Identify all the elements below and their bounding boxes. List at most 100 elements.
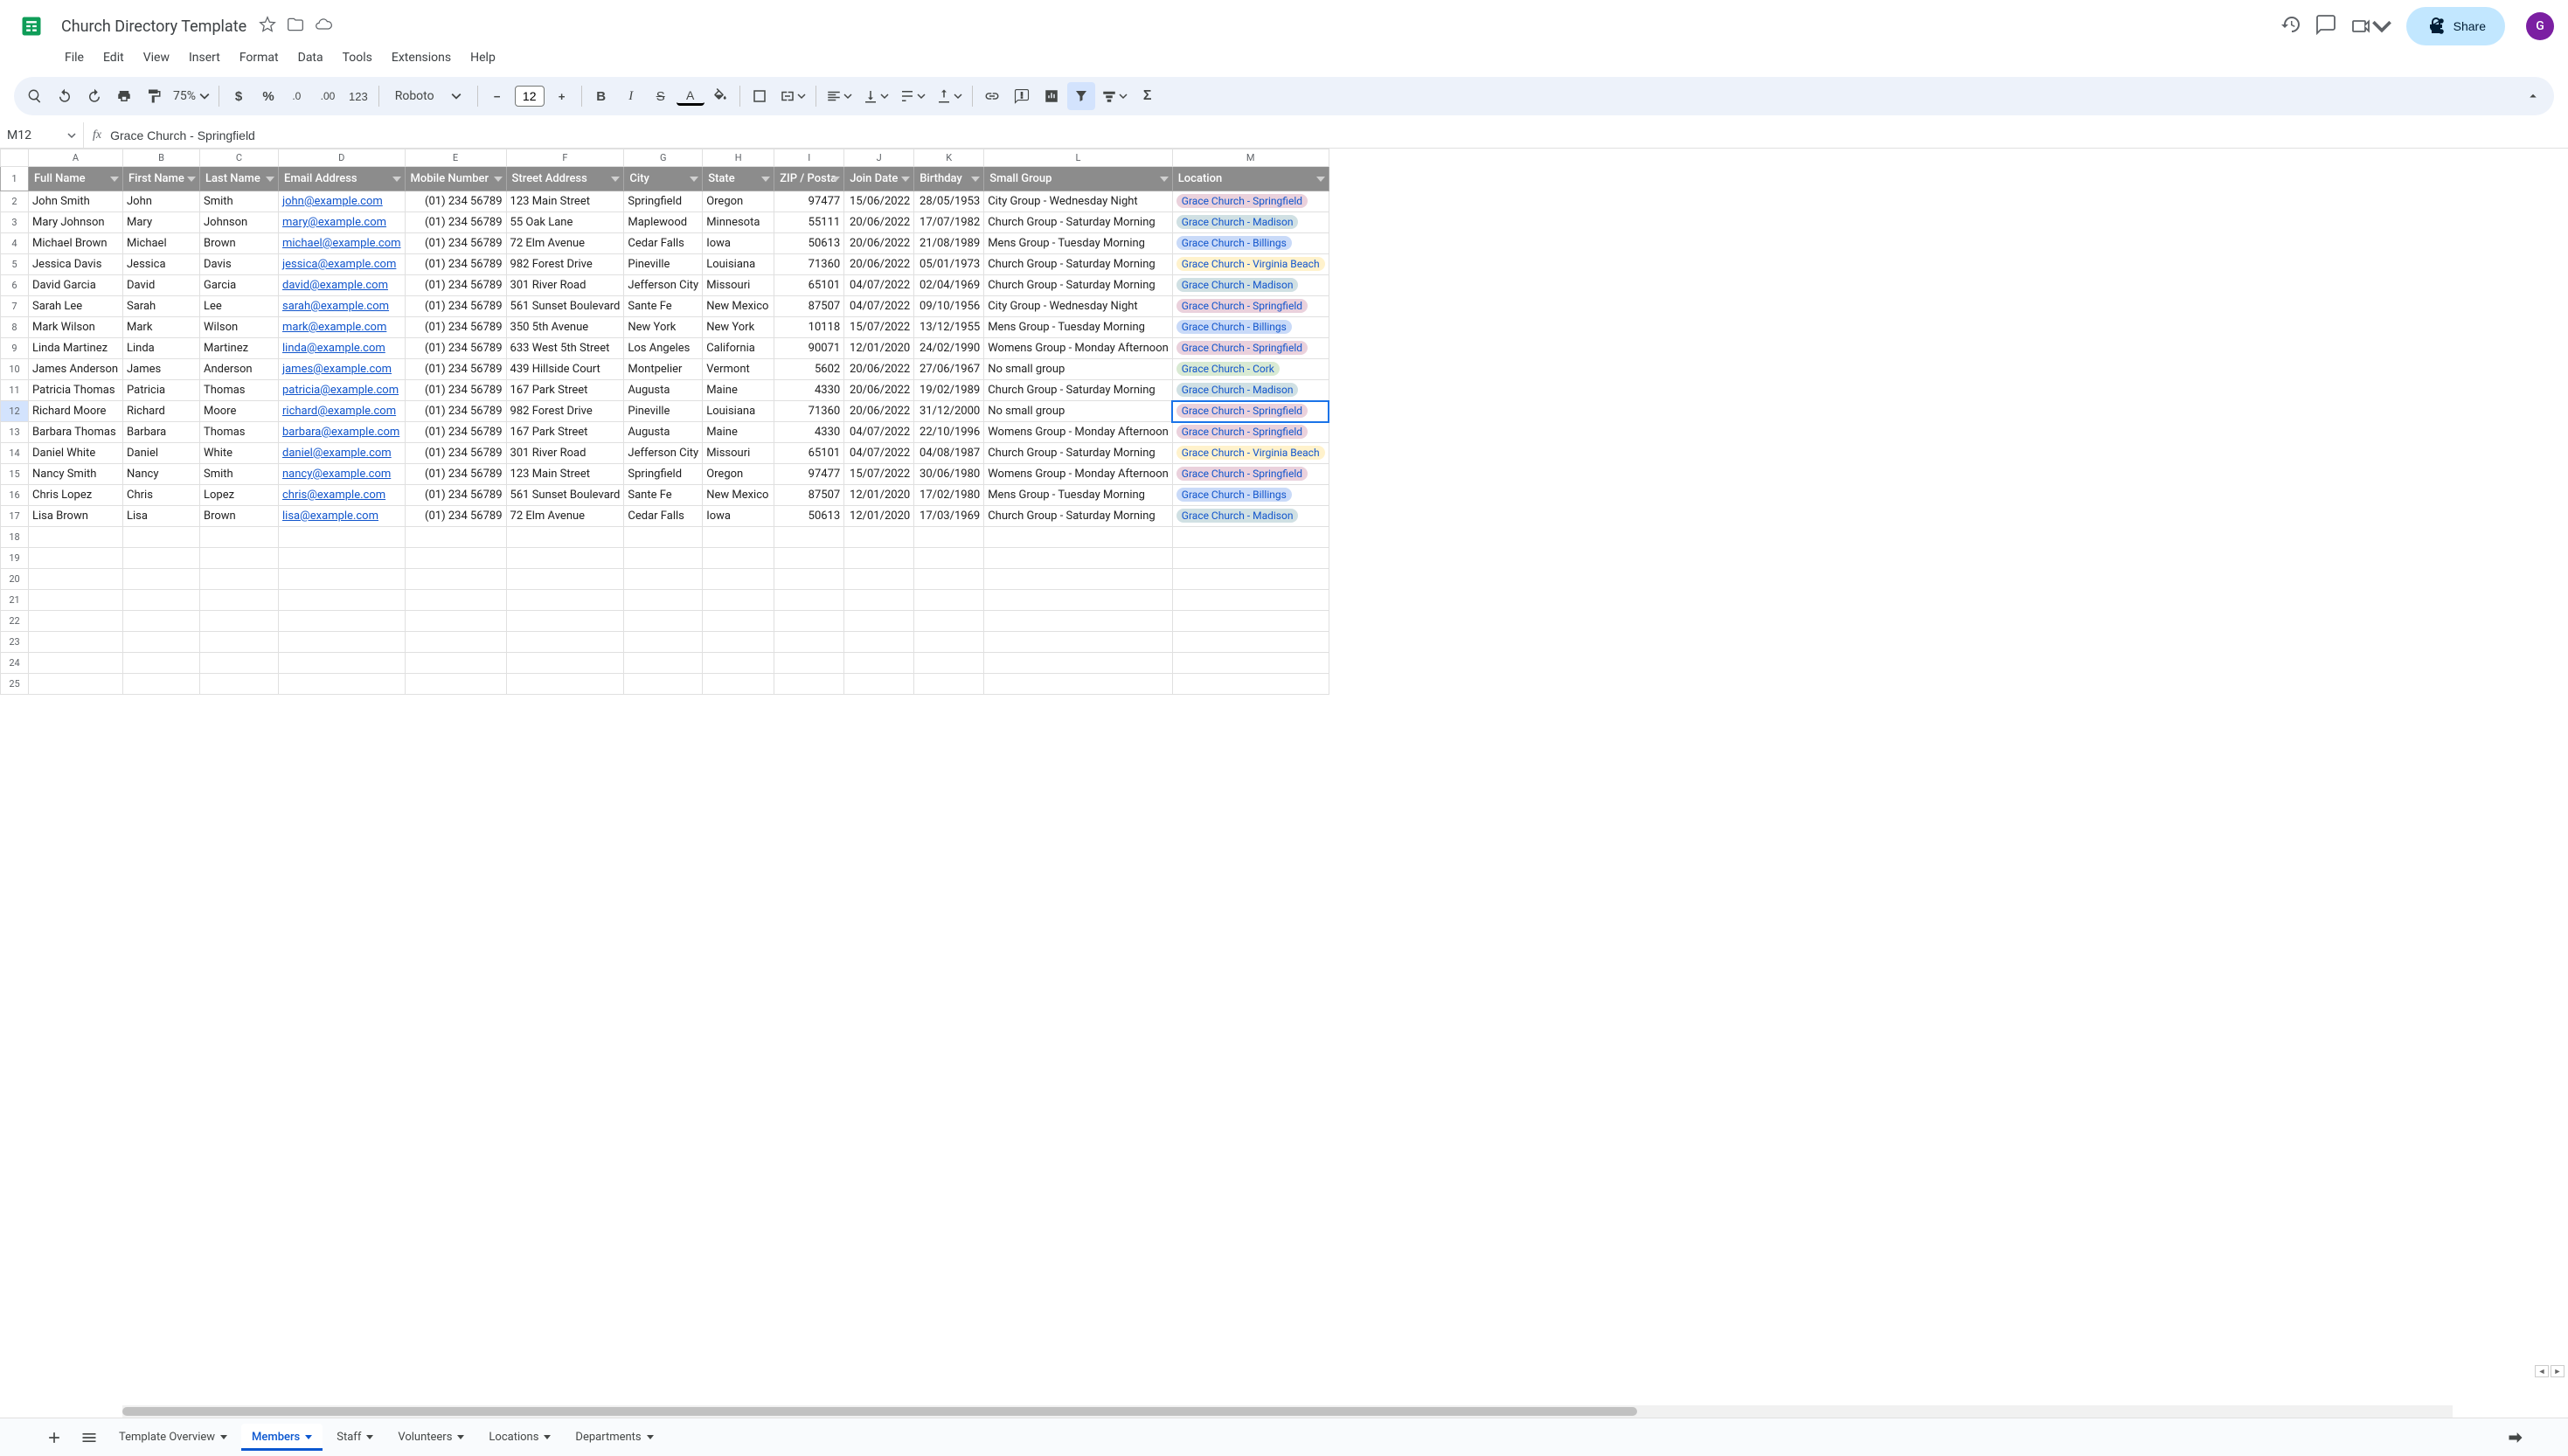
bold-icon[interactable]: B <box>587 82 615 110</box>
col-header-B[interactable]: B <box>123 149 200 167</box>
cell[interactable]: mark@example.com <box>279 317 406 338</box>
cell[interactable]: Mens Group - Tuesday Morning <box>984 233 1173 254</box>
spreadsheet-grid[interactable]: ABCDEFGHIJKLM1Full NameFirst NameLast Na… <box>0 149 1329 695</box>
sheet-tab-members[interactable]: Members <box>241 1424 323 1451</box>
cell[interactable]: Patricia Thomas <box>29 380 123 401</box>
cell[interactable]: Daniel White <box>29 443 123 464</box>
column-title[interactable]: Join Date <box>844 167 914 191</box>
cell[interactable] <box>703 569 774 590</box>
insert-chart-icon[interactable] <box>1038 82 1065 110</box>
collapse-toolbar-icon[interactable] <box>2519 82 2547 110</box>
cell[interactable]: Smith <box>200 464 279 485</box>
cell[interactable]: (01) 234 56789 <box>405 212 506 233</box>
cell[interactable] <box>506 653 624 674</box>
cell[interactable]: Grace Church - Springfield <box>1172 338 1329 359</box>
fill-color-icon[interactable] <box>706 82 734 110</box>
cell[interactable]: 5602 <box>774 359 844 380</box>
cell[interactable]: Pineville <box>624 254 703 275</box>
filter-dropdown-icon[interactable] <box>761 177 770 182</box>
cell[interactable] <box>279 590 406 611</box>
cell[interactable]: 97477 <box>774 191 844 212</box>
cell[interactable]: 55 Oak Lane <box>506 212 624 233</box>
comment-icon[interactable] <box>2315 14 2336 38</box>
cell[interactable]: Linda Martinez <box>29 338 123 359</box>
cell[interactable]: mary@example.com <box>279 212 406 233</box>
cell[interactable]: 04/08/1987 <box>914 443 984 464</box>
row-header-3[interactable]: 3 <box>1 212 29 233</box>
cell[interactable]: 72 Elm Avenue <box>506 233 624 254</box>
filter-dropdown-icon[interactable] <box>1316 177 1325 182</box>
cell[interactable]: Church Group - Saturday Morning <box>984 506 1173 527</box>
cell[interactable]: Missouri <box>703 275 774 296</box>
cell[interactable]: 4330 <box>774 380 844 401</box>
filter-dropdown-icon[interactable] <box>266 177 274 182</box>
cell[interactable] <box>200 611 279 632</box>
account-avatar[interactable]: G <box>2526 12 2554 40</box>
cell[interactable] <box>29 632 123 653</box>
cell[interactable] <box>914 632 984 653</box>
cell[interactable] <box>1172 674 1329 695</box>
formula-input[interactable] <box>110 128 2568 142</box>
row-header-12[interactable]: 12 <box>1 401 29 422</box>
cell[interactable] <box>405 653 506 674</box>
cell[interactable]: 982 Forest Drive <box>506 254 624 275</box>
sheets-logo[interactable] <box>14 9 49 44</box>
cell[interactable]: Grace Church - Billings <box>1172 233 1329 254</box>
select-all-corner[interactable] <box>1 149 29 167</box>
cell[interactable] <box>984 674 1173 695</box>
menu-help[interactable]: Help <box>462 45 504 70</box>
cell[interactable] <box>29 590 123 611</box>
text-color-icon[interactable]: A <box>677 87 704 106</box>
cell[interactable]: Thomas <box>200 380 279 401</box>
cell[interactable] <box>1172 569 1329 590</box>
rotation-icon[interactable] <box>932 82 967 110</box>
halign-icon[interactable] <box>822 82 857 110</box>
row-header-24[interactable]: 24 <box>1 653 29 674</box>
row-header-17[interactable]: 17 <box>1 506 29 527</box>
cell[interactable]: Maine <box>703 422 774 443</box>
decrease-font-icon[interactable]: − <box>483 82 511 110</box>
column-title[interactable]: Mobile Number <box>405 167 506 191</box>
filter-dropdown-icon[interactable] <box>611 177 620 182</box>
sheet-tab-template-overview[interactable]: Template Overview <box>108 1424 238 1451</box>
cell[interactable]: Pineville <box>624 401 703 422</box>
cell[interactable]: Richard <box>123 401 200 422</box>
cell[interactable]: 02/04/1969 <box>914 275 984 296</box>
cell[interactable]: Grace Church - Cork <box>1172 359 1329 380</box>
cell[interactable]: Wilson <box>200 317 279 338</box>
merge-icon[interactable] <box>775 82 810 110</box>
cell[interactable]: 31/12/2000 <box>914 401 984 422</box>
column-title[interactable]: ZIP / Posta <box>774 167 844 191</box>
cell[interactable]: 20/06/2022 <box>844 254 914 275</box>
cloud-icon[interactable] <box>315 16 332 37</box>
cell[interactable]: Anderson <box>200 359 279 380</box>
print-icon[interactable] <box>110 82 138 110</box>
cell[interactable]: 561 Sunset Boulevard <box>506 296 624 317</box>
cell[interactable]: (01) 234 56789 <box>405 380 506 401</box>
cell[interactable]: 50613 <box>774 506 844 527</box>
cell[interactable]: 71360 <box>774 401 844 422</box>
cell[interactable]: linda@example.com <box>279 338 406 359</box>
add-sheet-button[interactable] <box>38 1422 70 1453</box>
col-header-K[interactable]: K <box>914 149 984 167</box>
cell[interactable] <box>506 674 624 695</box>
row-header-16[interactable]: 16 <box>1 485 29 506</box>
cell[interactable] <box>506 611 624 632</box>
cell[interactable]: Mens Group - Tuesday Morning <box>984 317 1173 338</box>
cell[interactable] <box>1172 653 1329 674</box>
cell[interactable] <box>405 527 506 548</box>
cell[interactable]: Garcia <box>200 275 279 296</box>
filter-dropdown-icon[interactable] <box>690 177 698 182</box>
cell[interactable]: Grace Church - Madison <box>1172 506 1329 527</box>
column-title[interactable]: Last Name <box>200 167 279 191</box>
cell[interactable]: Oregon <box>703 191 774 212</box>
cell[interactable]: Los Angeles <box>624 338 703 359</box>
chevron-down-icon[interactable] <box>220 1435 227 1439</box>
cell[interactable]: Grace Church - Virginia Beach <box>1172 443 1329 464</box>
cell[interactable] <box>703 611 774 632</box>
cell[interactable]: patricia@example.com <box>279 380 406 401</box>
cell[interactable]: 04/07/2022 <box>844 296 914 317</box>
cell[interactable] <box>506 632 624 653</box>
column-title[interactable]: Full Name <box>29 167 123 191</box>
cell[interactable]: 09/10/1956 <box>914 296 984 317</box>
